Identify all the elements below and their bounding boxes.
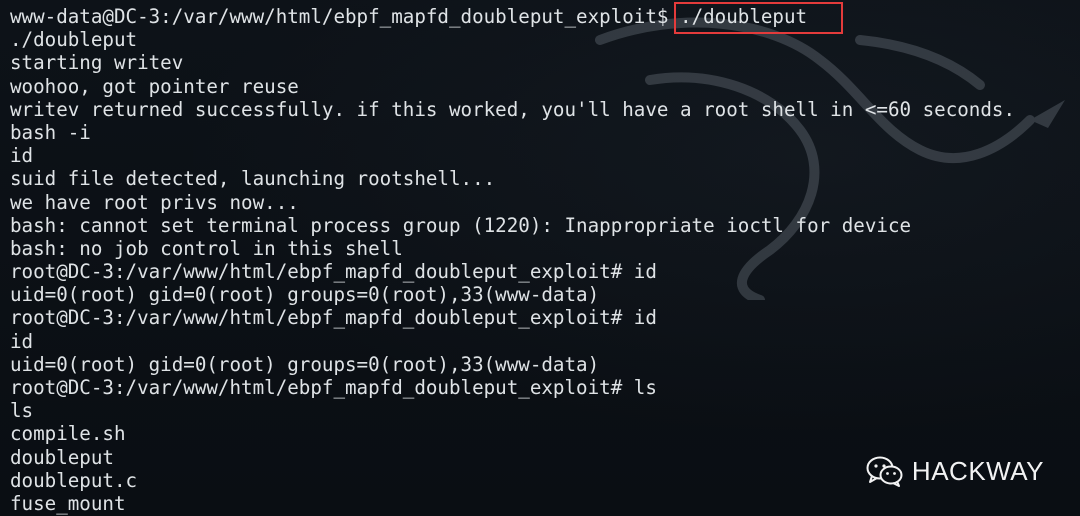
terminal-line: doubleput.c <box>10 468 138 492</box>
terminal-line: ./doubleput <box>10 28 138 52</box>
terminal-line: id <box>10 329 34 353</box>
terminal-line: uid=0(root) gid=0(root) groups=0(root),3… <box>10 283 600 307</box>
terminal-line: doubleput <box>10 445 114 469</box>
terminal-line: root@DC-3:/var/www/html/ebpf_mapfd_doubl… <box>10 260 657 284</box>
watermark-text: HACKWAY <box>911 455 1044 486</box>
terminal-line: ls <box>10 399 34 423</box>
terminal-line: bash -i <box>10 120 91 144</box>
terminal-line: fuse_mount <box>10 491 126 515</box>
terminal-line: root@DC-3:/var/www/html/ebpf_mapfd_doubl… <box>10 376 657 399</box>
terminal-line: id <box>10 144 34 168</box>
terminal-window[interactable]: www-data@DC-3:/var/www/html/ebpf_mapfd_d… <box>0 0 1080 516</box>
watermark: HACKWAY <box>866 455 1044 487</box>
terminal-line: bash: no job control in this shell <box>10 236 403 260</box>
terminal-line: compile.sh <box>10 422 126 446</box>
terminal-line: suid file detected, launching rootshell.… <box>10 167 496 191</box>
terminal-line: root@DC-3:/var/www/html/ebpf_mapfd_doubl… <box>10 306 657 330</box>
wechat-icon <box>866 455 904 487</box>
terminal-output[interactable]: www-data@DC-3:/var/www/html/ebpf_mapfd_d… <box>10 1 1016 515</box>
terminal-line: woohoo, got pointer reuse <box>10 74 299 98</box>
terminal-line: starting writev <box>10 51 184 75</box>
terminal-line: uid=0(root) gid=0(root) groups=0(root),3… <box>10 352 600 376</box>
terminal-line: we have root privs now... <box>10 190 299 214</box>
terminal-line: bash: cannot set terminal process group … <box>10 213 912 237</box>
prompt-line: www-data@DC-3:/var/www/html/ebpf_mapfd_d… <box>10 1 1015 35</box>
shell-prompt: www-data@DC-3:/var/www/html/ebpf_mapfd_d… <box>10 5 681 28</box>
terminal-line: writev returned successfully. if this wo… <box>10 97 1016 121</box>
highlighted-command: ./doubleput <box>674 1 844 35</box>
